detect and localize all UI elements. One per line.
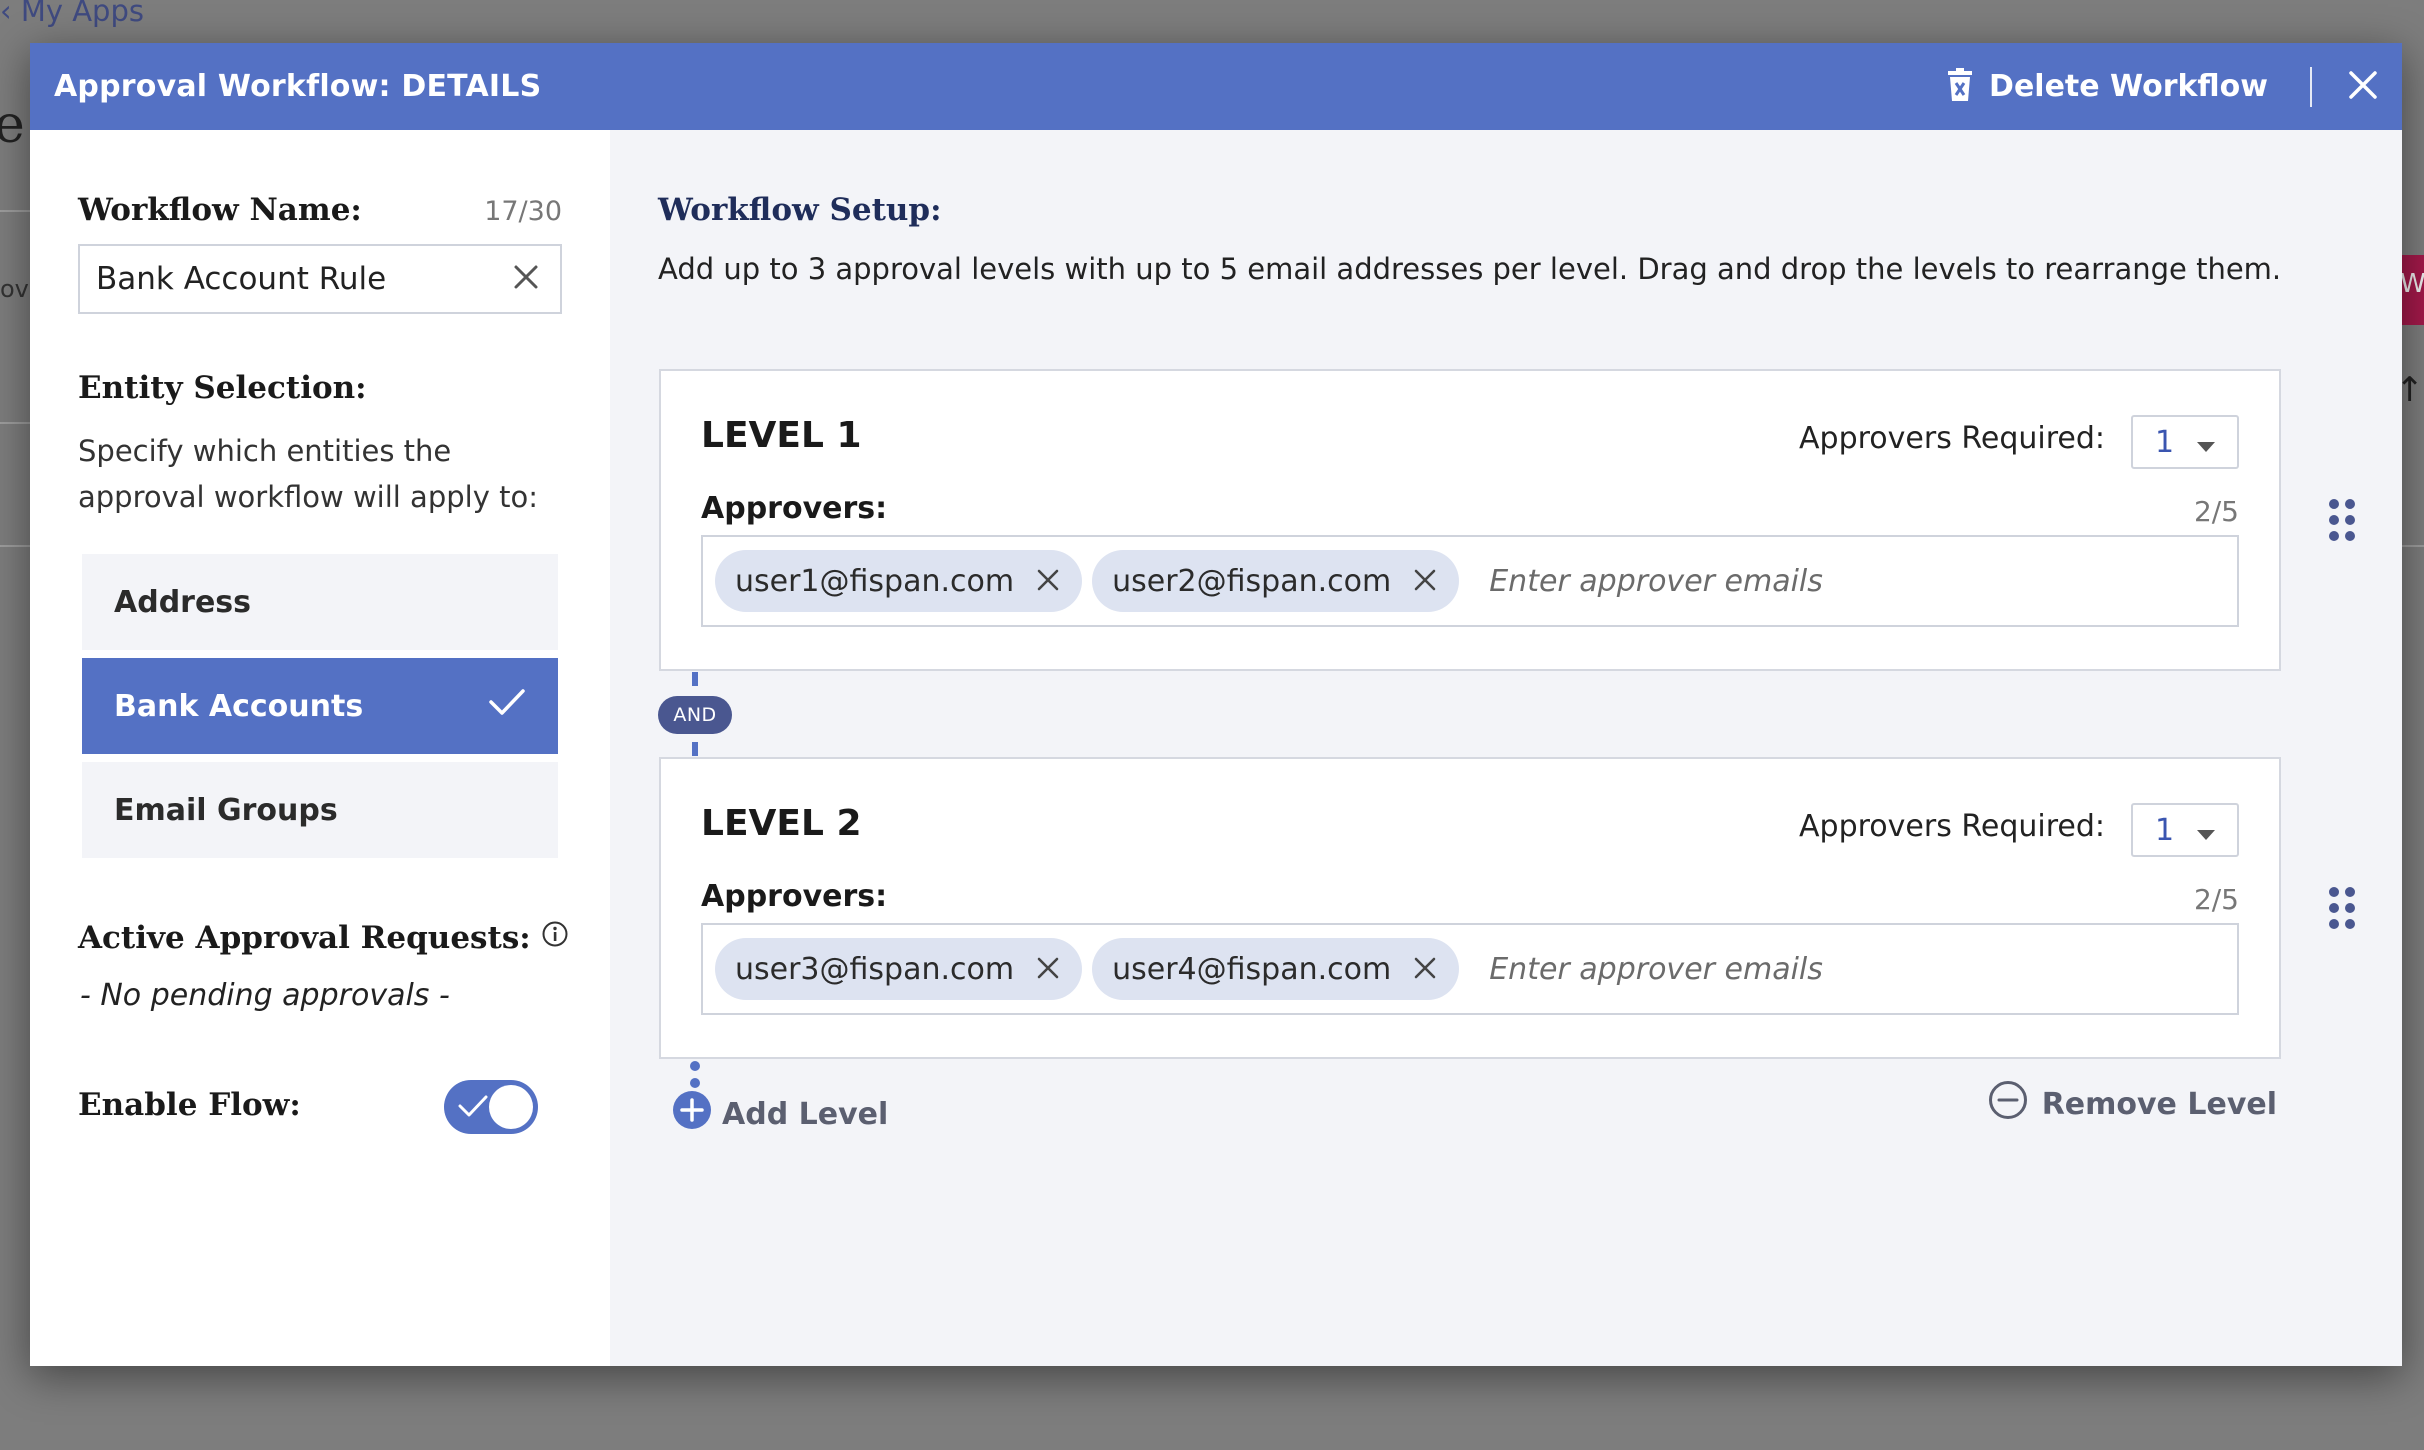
level-card-1[interactable]: LEVEL 1 Approvers Required: 1 Approvers:… xyxy=(659,369,2281,671)
approvers-count: 2/5 xyxy=(2193,883,2239,916)
workflow-setup-area: Workflow Setup: Add up to 3 approval lev… xyxy=(30,130,2402,1366)
add-level-label: Add Level xyxy=(722,1096,889,1132)
drag-handle-icon[interactable] xyxy=(2326,498,2358,542)
background-text-fragment: ov xyxy=(0,275,29,303)
remove-level-button[interactable]: Remove Level xyxy=(1988,1080,2277,1128)
minus-circle-icon xyxy=(1988,1080,2028,1128)
approver-emails-field: user3@fispan.com user4@fispan.com xyxy=(701,923,2239,1015)
remove-chip-icon[interactable] xyxy=(1036,956,1062,982)
approvers-label: Approvers: xyxy=(701,491,888,526)
workflow-setup-title: Workflow Setup: xyxy=(658,192,942,228)
approvers-required-value: 1 xyxy=(2155,424,2175,460)
delete-workflow-button[interactable]: Delete Workflow xyxy=(1947,66,2312,107)
remove-chip-icon[interactable] xyxy=(1413,568,1439,594)
approver-email-input[interactable] xyxy=(1489,951,2225,987)
approver-email: user4@fispan.com xyxy=(1112,951,1392,987)
approvers-required-select[interactable]: 1 xyxy=(2131,415,2239,469)
level-title: LEVEL 2 xyxy=(701,803,862,844)
approver-chip: user3@fispan.com xyxy=(715,938,1083,1000)
level-connector xyxy=(692,742,698,756)
remove-chip-icon[interactable] xyxy=(1413,956,1439,982)
header-actions: Delete Workflow xyxy=(1947,43,2378,130)
background-divider xyxy=(0,545,30,547)
close-icon xyxy=(2348,70,2378,104)
approval-workflow-modal: Approval Workflow: DETAILS Delete Workfl… xyxy=(30,43,2402,1366)
workflow-setup-description: Add up to 3 approval levels with up to 5… xyxy=(658,252,2282,286)
background-breadcrumb: ‹ My Apps xyxy=(0,0,144,28)
approver-chip: user4@fispan.com xyxy=(1092,938,1460,1000)
approver-emails-field: user1@fispan.com user2@fispan.com xyxy=(701,535,2239,627)
level-title: LEVEL 1 xyxy=(701,415,862,456)
background-badge: W xyxy=(2400,255,2424,325)
approvers-required-select[interactable]: 1 xyxy=(2131,803,2239,857)
modal-header: Approval Workflow: DETAILS Delete Workfl… xyxy=(30,43,2402,130)
approver-chip: user2@fispan.com xyxy=(1092,550,1460,612)
add-level-button[interactable]: Add Level xyxy=(672,1090,888,1138)
remove-chip-icon[interactable] xyxy=(1036,568,1062,594)
background-divider xyxy=(0,210,30,212)
level-card-2[interactable]: LEVEL 2 Approvers Required: 1 Approvers:… xyxy=(659,757,2281,1059)
approver-chip: user1@fispan.com xyxy=(715,550,1083,612)
close-modal-button[interactable] xyxy=(2312,62,2378,112)
approvers-label: Approvers: xyxy=(701,879,888,914)
modal-title: Approval Workflow: DETAILS xyxy=(54,69,542,104)
approver-email: user2@fispan.com xyxy=(1112,563,1392,599)
drag-handle-icon[interactable] xyxy=(2326,886,2358,930)
approvers-count: 2/5 xyxy=(2193,495,2239,528)
caret-down-icon xyxy=(2197,813,2215,848)
background-divider xyxy=(0,422,30,424)
level-connector xyxy=(692,672,698,686)
remove-level-label: Remove Level xyxy=(2041,1086,2277,1122)
background-divider xyxy=(2400,545,2424,547)
approvers-required-label: Approvers Required: xyxy=(1799,421,2105,456)
trash-icon xyxy=(1947,67,1973,106)
caret-down-icon xyxy=(2197,425,2215,460)
approvers-required-value: 1 xyxy=(2155,812,2175,848)
delete-workflow-label: Delete Workflow xyxy=(1989,69,2268,104)
and-badge: AND xyxy=(658,696,732,734)
plus-circle-icon xyxy=(672,1090,712,1138)
approver-email: user3@fispan.com xyxy=(735,951,1015,987)
background-heading-fragment: e xyxy=(0,95,25,155)
approver-email: user1@fispan.com xyxy=(735,563,1015,599)
approvers-required-label: Approvers Required: xyxy=(1799,809,2105,844)
approver-email-input[interactable] xyxy=(1489,563,2225,599)
